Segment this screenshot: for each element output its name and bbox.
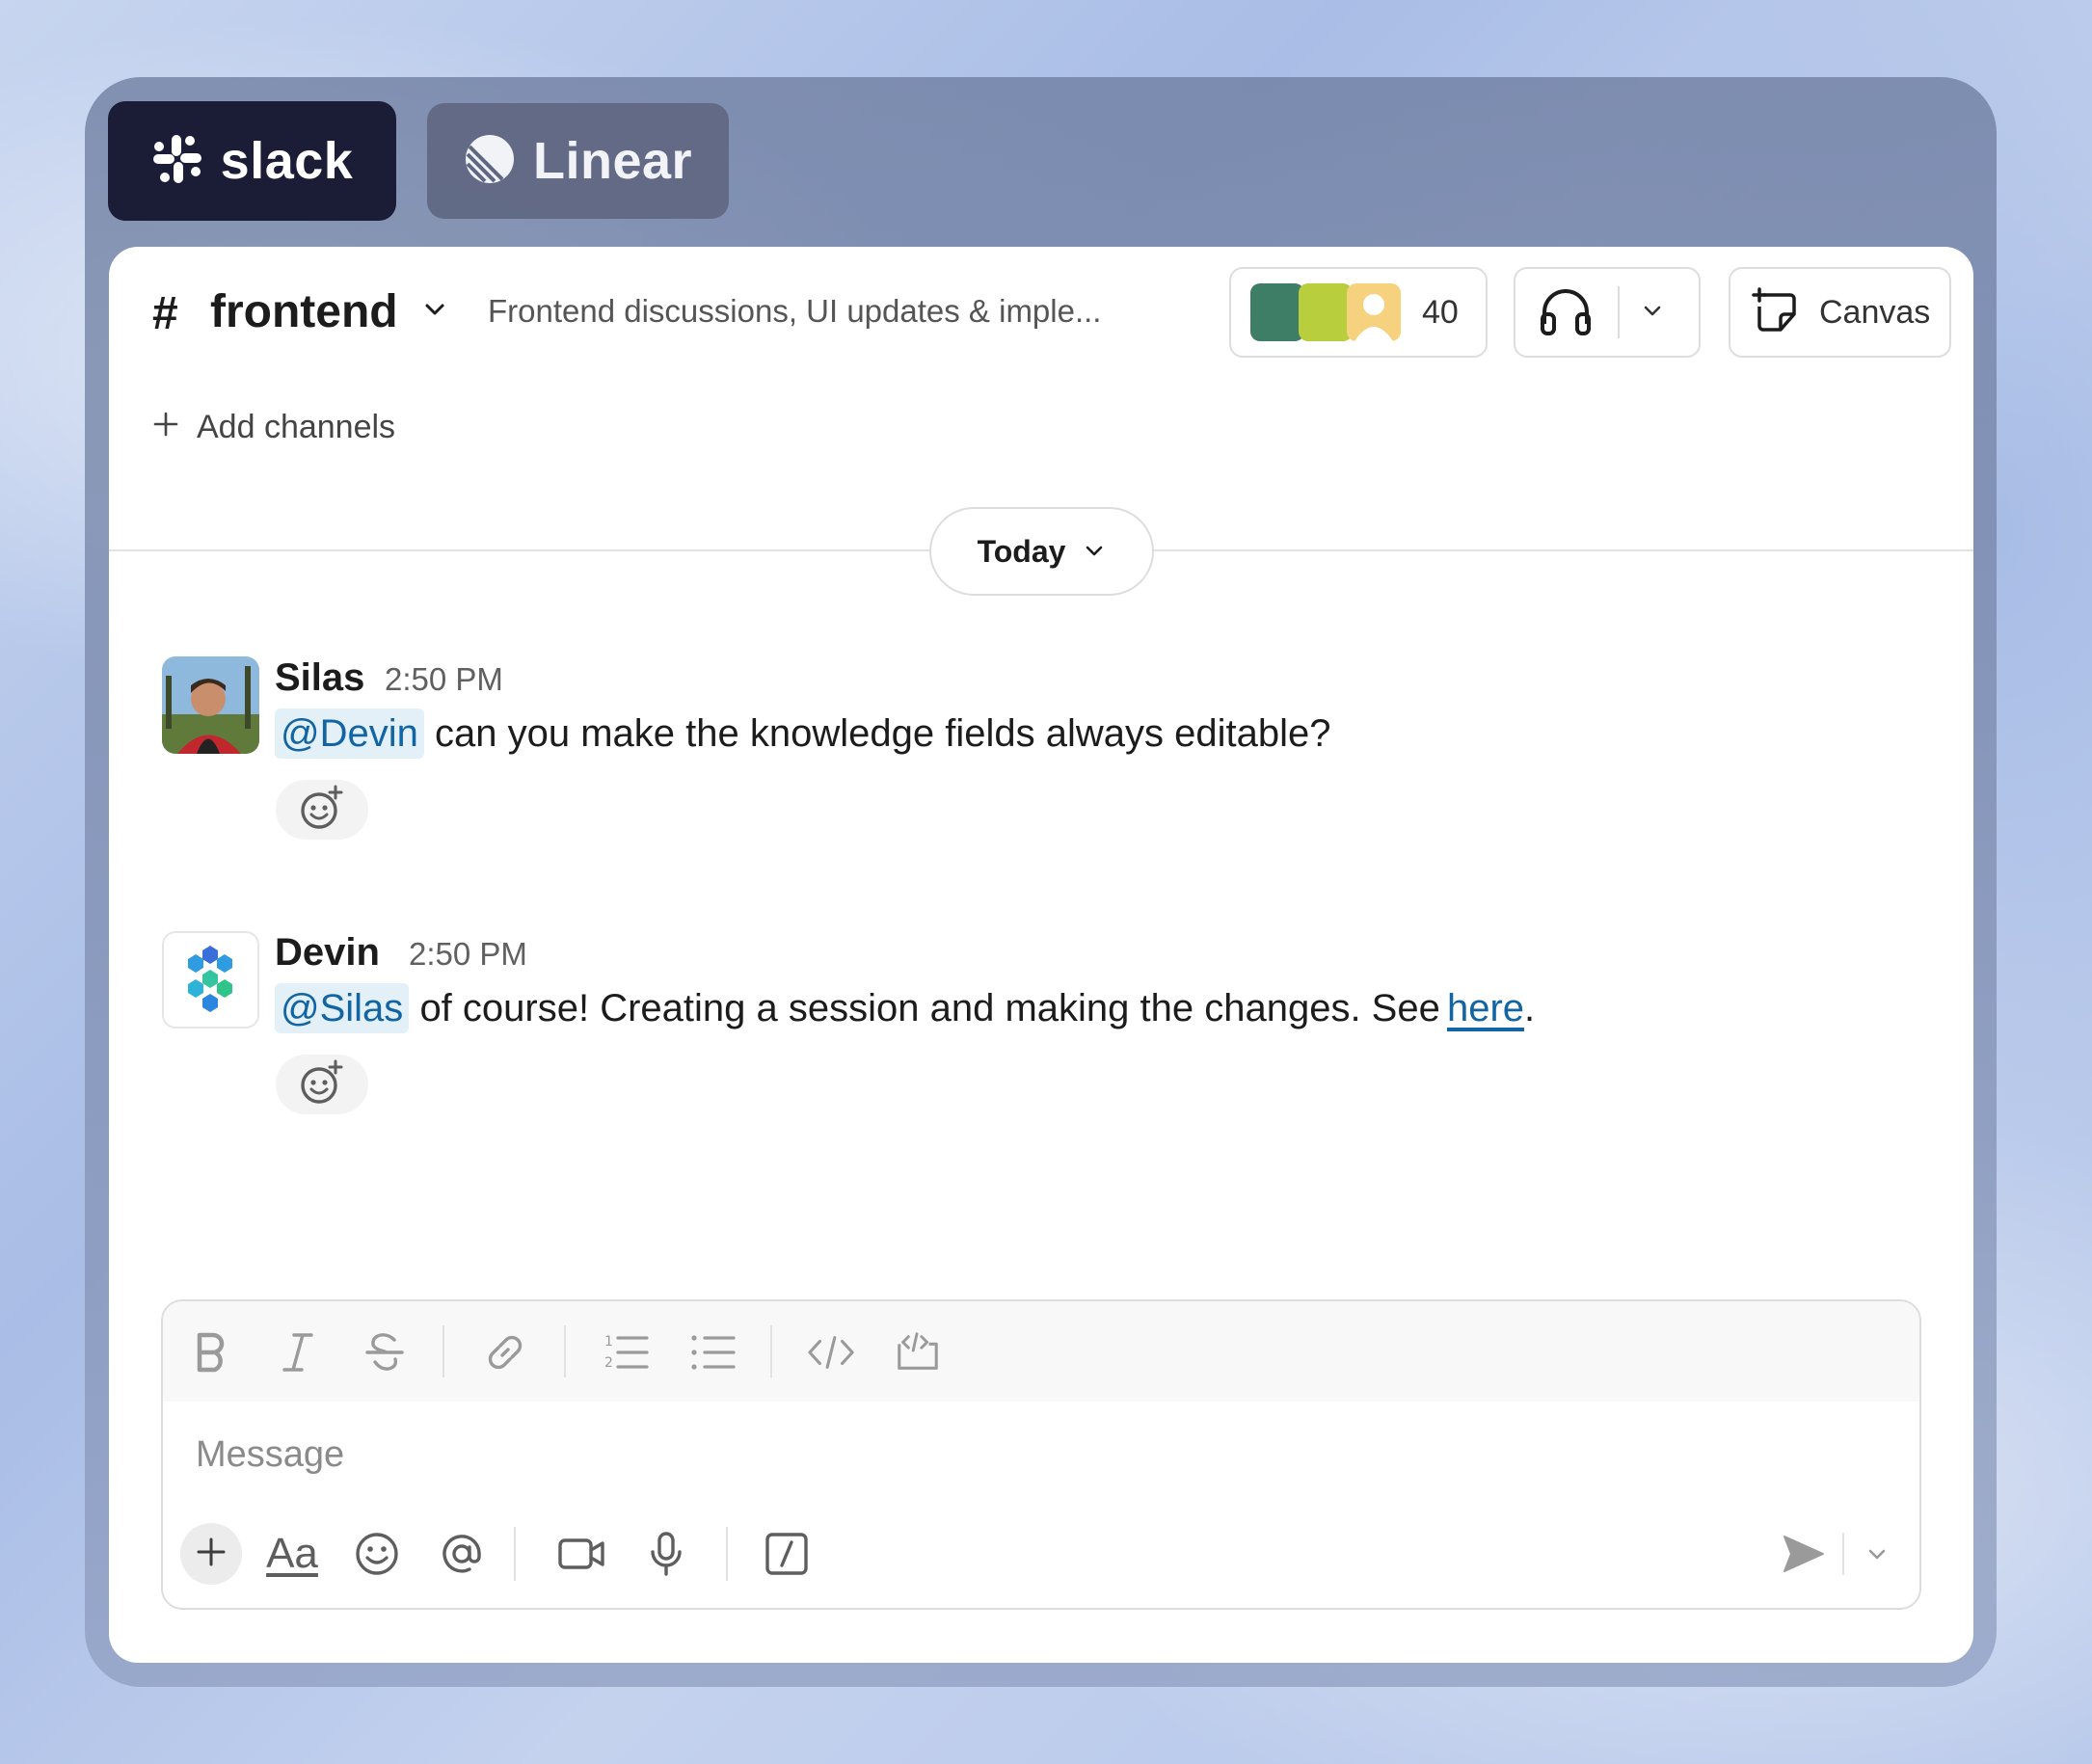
composer-divider <box>1842 1533 1844 1575</box>
plus-icon <box>152 409 179 446</box>
composer-divider <box>514 1527 516 1581</box>
microphone-icon[interactable] <box>635 1523 697 1585</box>
tab-slack-label: slack <box>220 132 354 190</box>
svg-text:1: 1 <box>604 1334 613 1350</box>
add-reaction-button[interactable] <box>276 1055 368 1114</box>
formatting-toolbar: 12 <box>163 1301 1919 1402</box>
channel-name[interactable]: frontend <box>210 285 398 338</box>
add-channels-label: Add channels <box>197 409 396 445</box>
user-mention[interactable]: @Devin <box>275 708 424 759</box>
add-reaction-icon <box>298 784 346 837</box>
channel-menu-chevron-icon[interactable] <box>422 297 447 327</box>
composer-divider <box>726 1527 728 1581</box>
canvas-icon <box>1752 285 1802 340</box>
message-timestamp[interactable]: 2:50 PM <box>385 661 503 698</box>
date-divider-button[interactable]: Today <box>929 507 1154 596</box>
format-aa-label: Aa <box>266 1530 318 1577</box>
huddle-options-chevron-icon[interactable] <box>1641 299 1664 327</box>
message-author[interactable]: Silas <box>275 656 364 700</box>
emoji-icon[interactable] <box>346 1523 408 1585</box>
user-mention[interactable]: @Silas <box>275 983 410 1033</box>
tab-slack[interactable]: slack <box>108 101 396 221</box>
slash-command-icon[interactable] <box>756 1523 818 1585</box>
code-block-icon[interactable] <box>894 1328 942 1376</box>
member-count: 40 <box>1422 293 1459 331</box>
message-timestamp[interactable]: 2:50 PM <box>409 936 527 973</box>
canvas-button[interactable]: Canvas <box>1729 267 1951 358</box>
bullet-list-icon[interactable] <box>688 1328 737 1376</box>
canvas-label: Canvas <box>1819 293 1931 331</box>
headphones-icon[interactable] <box>1537 283 1595 342</box>
member-avatars <box>1250 283 1401 341</box>
message-link[interactable]: here <box>1447 987 1524 1029</box>
strikethrough-icon[interactable] <box>361 1328 409 1376</box>
avatar-devin[interactable] <box>162 931 259 1029</box>
toolbar-divider <box>770 1325 772 1377</box>
message-author[interactable]: Devin <box>275 931 380 975</box>
formatting-toggle-button[interactable]: Aa <box>261 1523 323 1585</box>
send-icon[interactable] <box>1773 1523 1835 1585</box>
member-avatar <box>1250 283 1304 341</box>
chevron-down-icon <box>1083 534 1106 570</box>
channel-members-button[interactable]: 40 <box>1229 267 1488 358</box>
tab-linear[interactable]: Linear <box>427 103 729 219</box>
italic-icon[interactable] <box>274 1328 322 1376</box>
message-composer: 12 Message Aa <box>161 1299 1921 1610</box>
code-icon[interactable] <box>807 1328 855 1376</box>
member-avatar <box>1299 283 1353 341</box>
attach-button[interactable] <box>180 1523 242 1585</box>
message-text: of course! Creating a session and making… <box>419 987 1440 1029</box>
slack-logo-icon <box>151 133 203 190</box>
svg-text:2: 2 <box>604 1355 613 1371</box>
video-icon[interactable] <box>550 1523 612 1585</box>
send-options-chevron-icon[interactable] <box>1856 1523 1898 1585</box>
at-icon[interactable] <box>431 1523 493 1585</box>
add-reaction-button[interactable] <box>276 780 368 840</box>
ordered-list-icon[interactable]: 12 <box>602 1328 650 1376</box>
bold-icon[interactable] <box>187 1328 235 1376</box>
slack-channel-panel: # frontend Frontend discussions, UI upda… <box>109 247 1973 1663</box>
toolbar-divider <box>443 1325 444 1377</box>
linear-logo-icon <box>464 133 516 190</box>
huddle-button[interactable] <box>1514 267 1701 358</box>
plus-icon <box>196 1537 227 1572</box>
add-channels-button[interactable]: Add channels <box>152 409 395 446</box>
message-input[interactable]: Message <box>196 1434 344 1476</box>
toolbar-divider <box>564 1325 566 1377</box>
add-reaction-icon <box>298 1058 346 1111</box>
avatar-silas[interactable] <box>162 656 259 754</box>
message-body: @Devin can you make the knowledge fields… <box>275 708 1331 759</box>
tab-linear-label: Linear <box>532 132 693 190</box>
member-avatar <box>1347 283 1401 341</box>
message-body: @Silas of course! Creating a session and… <box>275 983 1536 1033</box>
huddle-divider <box>1618 286 1620 338</box>
link-icon[interactable] <box>481 1328 529 1376</box>
message-text: can you make the knowledge fields always… <box>435 712 1331 755</box>
channel-hash: # <box>152 288 178 339</box>
message-trailing: . <box>1524 987 1536 1029</box>
channel-description[interactable]: Frontend discussions, UI updates & imple… <box>488 293 1101 330</box>
date-divider-label: Today <box>977 533 1066 569</box>
